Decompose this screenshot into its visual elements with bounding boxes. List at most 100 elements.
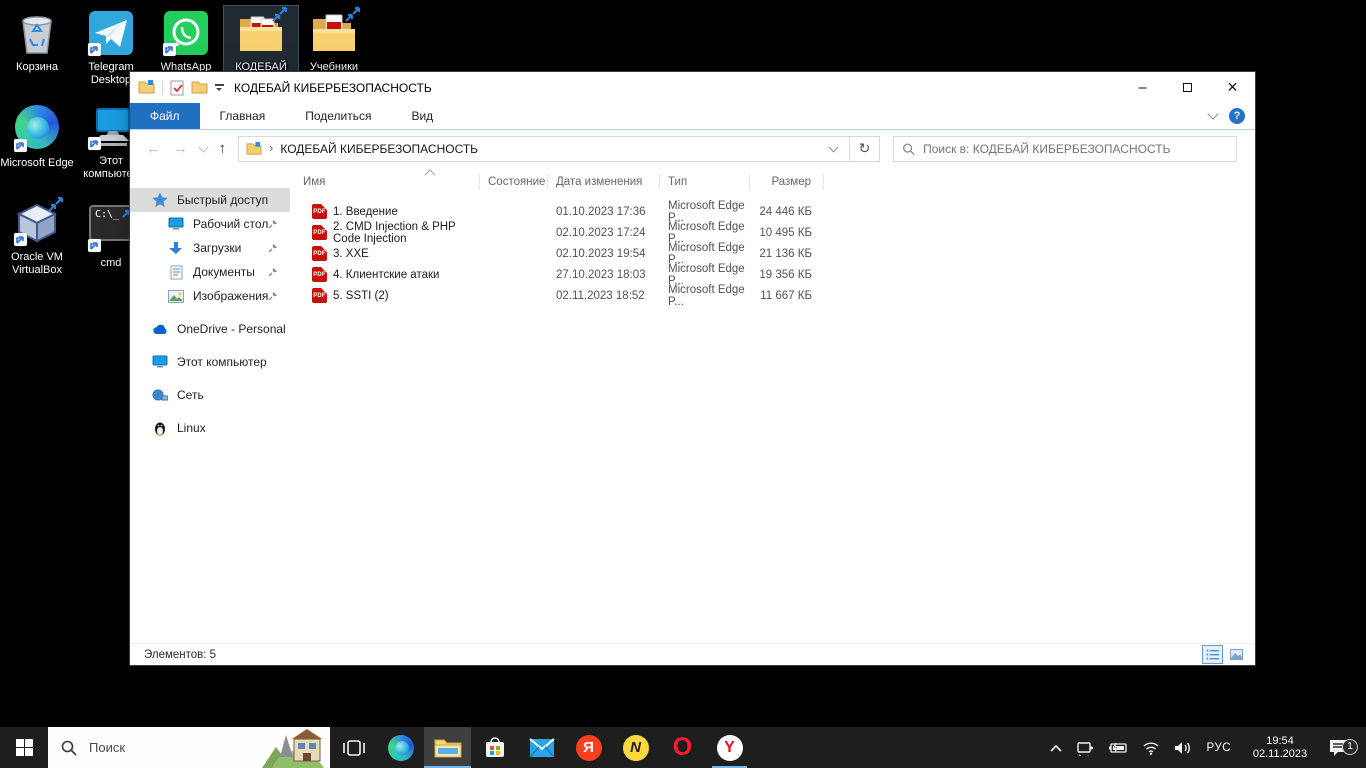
explorer-search-box[interactable] (893, 136, 1237, 162)
pictures-icon (168, 288, 184, 304)
pdf-file-icon: PDF (312, 225, 327, 240)
explorer-search-input[interactable] (923, 142, 1228, 156)
taskbar-explorer-button[interactable] (424, 727, 471, 768)
taskbar-mail-button[interactable] (518, 727, 565, 768)
microsoft-store-icon (483, 736, 507, 760)
telegram-icon (87, 9, 135, 57)
file-row[interactable]: PDF2. CMD Injection & PHP Code Injection… (290, 222, 1255, 243)
column-header-status[interactable]: Состояние (480, 174, 548, 190)
file-row[interactable]: PDF1. Введение 01.10.2023 17:36 Microsof… (290, 201, 1255, 222)
sidebar-item-documents[interactable]: Документы (130, 260, 290, 284)
recent-locations-icon[interactable] (198, 142, 208, 152)
tab-file[interactable]: Файл (130, 103, 200, 129)
task-view-button[interactable] (330, 727, 377, 768)
expand-ribbon-icon[interactable] (1207, 108, 1218, 119)
folder-icon (246, 142, 262, 156)
desktop-icon-edge[interactable]: Microsoft Edge (0, 100, 74, 172)
properties-button[interactable] (170, 80, 184, 96)
explorer-app-icon (138, 80, 155, 95)
volume-tray-button[interactable] (1167, 727, 1199, 768)
forward-button[interactable]: → (173, 141, 188, 156)
sidebar-item-this-pc[interactable]: Этот компьютер (130, 350, 290, 374)
tab-share[interactable]: Поделиться (285, 103, 391, 129)
start-button[interactable] (0, 727, 48, 768)
sidebar-item-desktop[interactable]: Рабочий стол (130, 212, 290, 236)
titlebar[interactable]: КОДЕБАЙ КИБЕРБЕЗОПАСНОСТЬ – × (130, 72, 1255, 103)
address-dropdown-icon[interactable] (829, 142, 839, 152)
details-view-button[interactable] (1202, 645, 1223, 664)
tab-home[interactable]: Главная (200, 103, 286, 129)
taskbar-search-input[interactable] (89, 740, 229, 755)
this-pc-icon-small (152, 354, 168, 370)
recycle-bin-icon (13, 9, 61, 57)
file-row[interactable]: PDF4. Клиентские атаки 27.10.2023 18:03 … (290, 264, 1255, 285)
thumbnail-view-button[interactable] (1226, 645, 1247, 664)
desktop-icon-virtualbox[interactable]: Oracle VM VirtualBox (0, 196, 74, 279)
hidden-icons-button[interactable] (1043, 727, 1069, 768)
taskbar-yandex-button[interactable]: Я (565, 727, 612, 768)
pdf-file-icon: PDF (312, 204, 327, 219)
minimize-button[interactable]: – (1120, 72, 1165, 103)
maximize-button[interactable] (1165, 72, 1210, 103)
column-header-modified[interactable]: Дата изменения (548, 174, 660, 190)
search-highlight-image[interactable] (262, 727, 330, 768)
wifi-tray-button[interactable] (1135, 727, 1167, 768)
sidebar-item-quick-access[interactable]: Быстрый доступ (130, 188, 290, 212)
compressed-arrows-icon (47, 195, 65, 216)
file-row[interactable]: PDF5. SSTI (2) 02.11.2023 18:52 Microsof… (290, 285, 1255, 306)
maximize-icon (1183, 83, 1192, 92)
navigation-pane: Быстрый доступ Рабочий стол Загрузки (130, 167, 290, 643)
breadcrumb-path[interactable]: КОДЕБАЙ КИБЕРБЕЗОПАСНОСТЬ (280, 142, 830, 156)
taskbar-store-button[interactable] (471, 727, 518, 768)
sidebar-item-label: Linux (177, 421, 206, 435)
cmd-icon: C:\_ (87, 205, 135, 253)
action-center-button[interactable]: 1 (1322, 738, 1360, 758)
new-folder-button[interactable] (191, 80, 208, 95)
close-button[interactable]: × (1210, 72, 1255, 103)
pdf-folder-icon (310, 9, 358, 57)
sidebar-item-onedrive[interactable]: OneDrive - Personal (130, 317, 290, 341)
desktop-icon-small (168, 216, 184, 232)
taskbar-edge-button[interactable] (377, 727, 424, 768)
chevron-up-icon (1050, 744, 1062, 752)
quick-access-toolbar (138, 80, 225, 96)
shortcut-arrow-icon (163, 43, 176, 56)
desktop-icon-uchebniki-folder[interactable]: Учебники (297, 6, 371, 76)
file-name: 3. XXE (333, 248, 369, 260)
battery-tray-button[interactable] (1101, 727, 1135, 768)
taskbar-yellow-app-button[interactable]: N (612, 727, 659, 768)
column-header-name[interactable]: Имя (290, 174, 480, 190)
file-name: 5. SSTI (2) (333, 290, 389, 302)
taskbar-opera-button[interactable]: O (659, 727, 706, 768)
customize-qat-button[interactable] (215, 83, 225, 93)
sidebar-item-linux[interactable]: Linux (130, 416, 290, 440)
pin-icon (268, 290, 278, 304)
desktop-icon-whatsapp[interactable]: WhatsApp (149, 6, 223, 76)
battery-charging-icon (1108, 742, 1128, 754)
items-count: Элементов: 5 (144, 649, 216, 661)
taskbar-search-box[interactable] (48, 727, 330, 768)
this-pc-icon (87, 103, 135, 151)
column-header-size[interactable]: Размер (750, 174, 824, 190)
cast-tray-button[interactable] (1069, 727, 1101, 768)
up-button[interactable]: ↑ (219, 141, 227, 156)
tab-view[interactable]: Вид (391, 103, 453, 129)
file-modified: 27.10.2023 18:03 (548, 269, 660, 281)
sidebar-item-pictures[interactable]: Изображения (130, 284, 290, 308)
desktop-icon-recycle-bin[interactable]: Корзина (0, 6, 74, 76)
address-bar[interactable]: › КОДЕБАЙ КИБЕРБЕЗОПАСНОСТЬ (238, 136, 850, 162)
taskbar-yandex-browser-button[interactable]: Y (706, 727, 753, 768)
back-button[interactable]: ← (146, 141, 161, 156)
system-tray: РУС 19:54 02.11.2023 1 (1043, 727, 1366, 768)
refresh-button[interactable]: ↻ (850, 136, 880, 162)
search-icon (902, 142, 915, 156)
clock[interactable]: 19:54 02.11.2023 (1238, 727, 1322, 768)
sidebar-item-downloads[interactable]: Загрузки (130, 236, 290, 260)
desktop-icon-kodebay-folder[interactable]: КОДЕБАЙ (224, 6, 298, 76)
column-header-type[interactable]: Тип (660, 174, 750, 190)
file-row[interactable]: PDF3. XXE 02.10.2023 19:54 Microsoft Edg… (290, 243, 1255, 264)
tray-time: 19:54 (1245, 735, 1315, 748)
help-button[interactable]: ? (1229, 108, 1245, 124)
language-indicator[interactable]: РУС (1199, 727, 1238, 768)
sidebar-item-network[interactable]: Сеть (130, 383, 290, 407)
